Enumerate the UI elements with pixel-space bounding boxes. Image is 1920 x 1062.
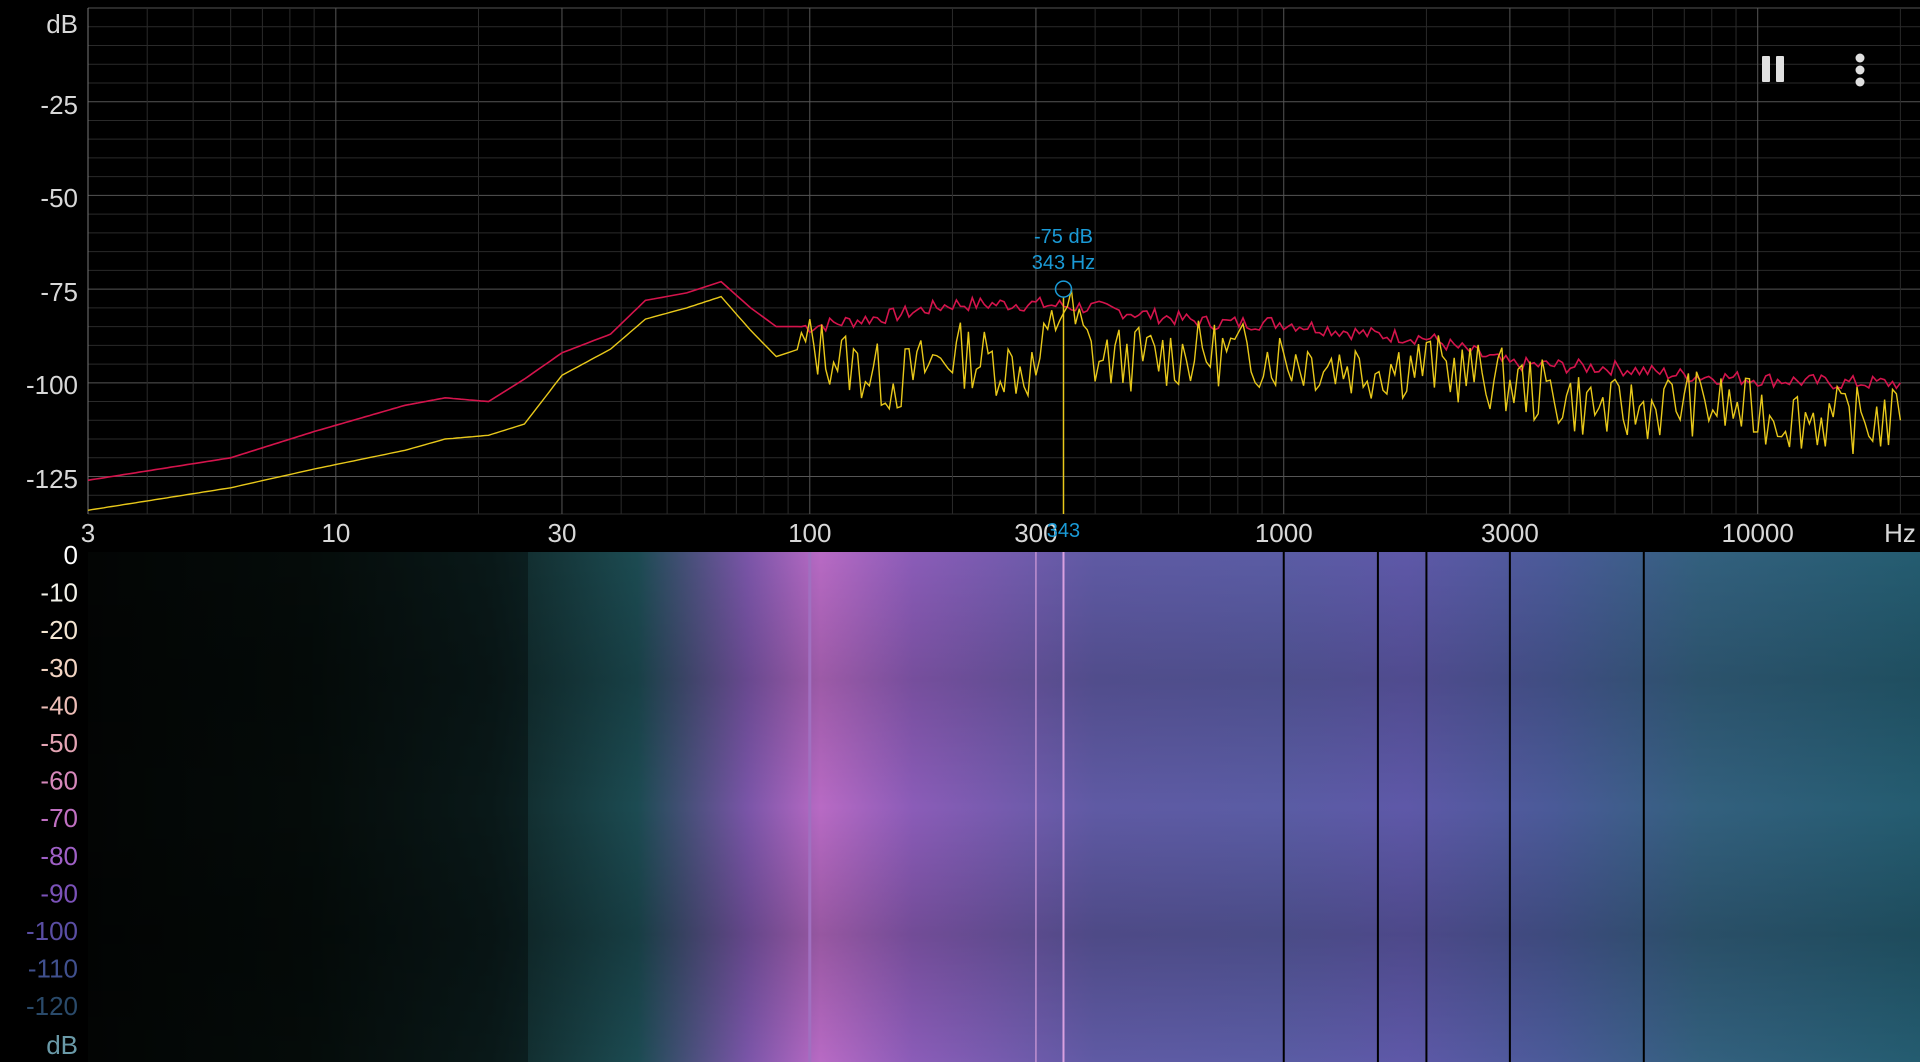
scale-label: -90 — [40, 878, 78, 908]
scale-unit: dB — [46, 1030, 78, 1060]
menu-button[interactable] — [1842, 48, 1878, 96]
scale-label: -70 — [40, 803, 78, 833]
y-tick-label: -25 — [40, 90, 78, 120]
scale-label: -100 — [26, 916, 78, 946]
scale-label: -120 — [26, 991, 78, 1021]
spectrum-background — [88, 8, 1920, 514]
more-vert-icon — [1855, 53, 1865, 87]
pause-hit-area[interactable] — [1748, 40, 1802, 90]
cursor-axis-label: 343 — [1047, 520, 1080, 542]
spectrogram-low-band — [88, 552, 528, 1062]
x-tick-label: 1000 — [1255, 518, 1313, 548]
y-tick-label: -50 — [40, 183, 78, 213]
pause-icon-bar-right — [1776, 56, 1784, 82]
x-tick-label: 3 — [81, 518, 95, 548]
spectrum-plot[interactable]: -75 dB 343 Hz — [87, 7, 1920, 515]
y-tick-label: -75 — [40, 277, 78, 307]
x-tick-label: 100 — [788, 518, 831, 548]
scale-label: -110 — [28, 954, 78, 984]
x-axis: 3 10 30 100 300 1000 3000 10000 Hz 343 — [81, 518, 1916, 548]
pause-icon-bar-left — [1762, 56, 1770, 82]
y-axis: dB -25 -50 -75 -100 -125 — [26, 9, 78, 494]
scale-label: -40 — [40, 690, 78, 720]
scale-label: -80 — [40, 841, 78, 871]
scale-label: -30 — [40, 653, 78, 683]
x-tick-label: 10 — [321, 518, 350, 548]
x-tick-label: 10000 — [1722, 518, 1794, 548]
pause-button[interactable] — [1748, 40, 1802, 90]
menu-dot — [1855, 53, 1865, 63]
y-axis-unit: dB — [46, 9, 78, 39]
spectrogram[interactable] — [88, 552, 1920, 1062]
scale-label: -20 — [40, 615, 78, 645]
scale-label: -50 — [40, 728, 78, 758]
y-tick-label: -100 — [26, 370, 78, 400]
spectrogram-scale: 0 -10 -20 -30 -40 -50 -60 -70 -80 -90 -100 -110 -120 — [26, 540, 78, 1021]
x-axis-unit: Hz — [1884, 518, 1916, 548]
scale-label: -10 — [40, 578, 78, 608]
x-tick-label: 30 — [547, 518, 576, 548]
scale-label: 0 — [64, 540, 78, 570]
y-tick-label: -125 — [26, 464, 78, 494]
x-tick-label: 3000 — [1481, 518, 1539, 548]
cursor-db-label: -75 dB — [1034, 226, 1093, 248]
menu-dot — [1855, 65, 1865, 75]
analyzer-canvas: -75 dB 343 Hz dB -25 -50 -75 -100 -125 3… — [26, 7, 1920, 1062]
menu-dot — [1855, 77, 1865, 87]
scale-label: -60 — [40, 766, 78, 796]
cursor-hz-label: 343 Hz — [1032, 252, 1095, 274]
